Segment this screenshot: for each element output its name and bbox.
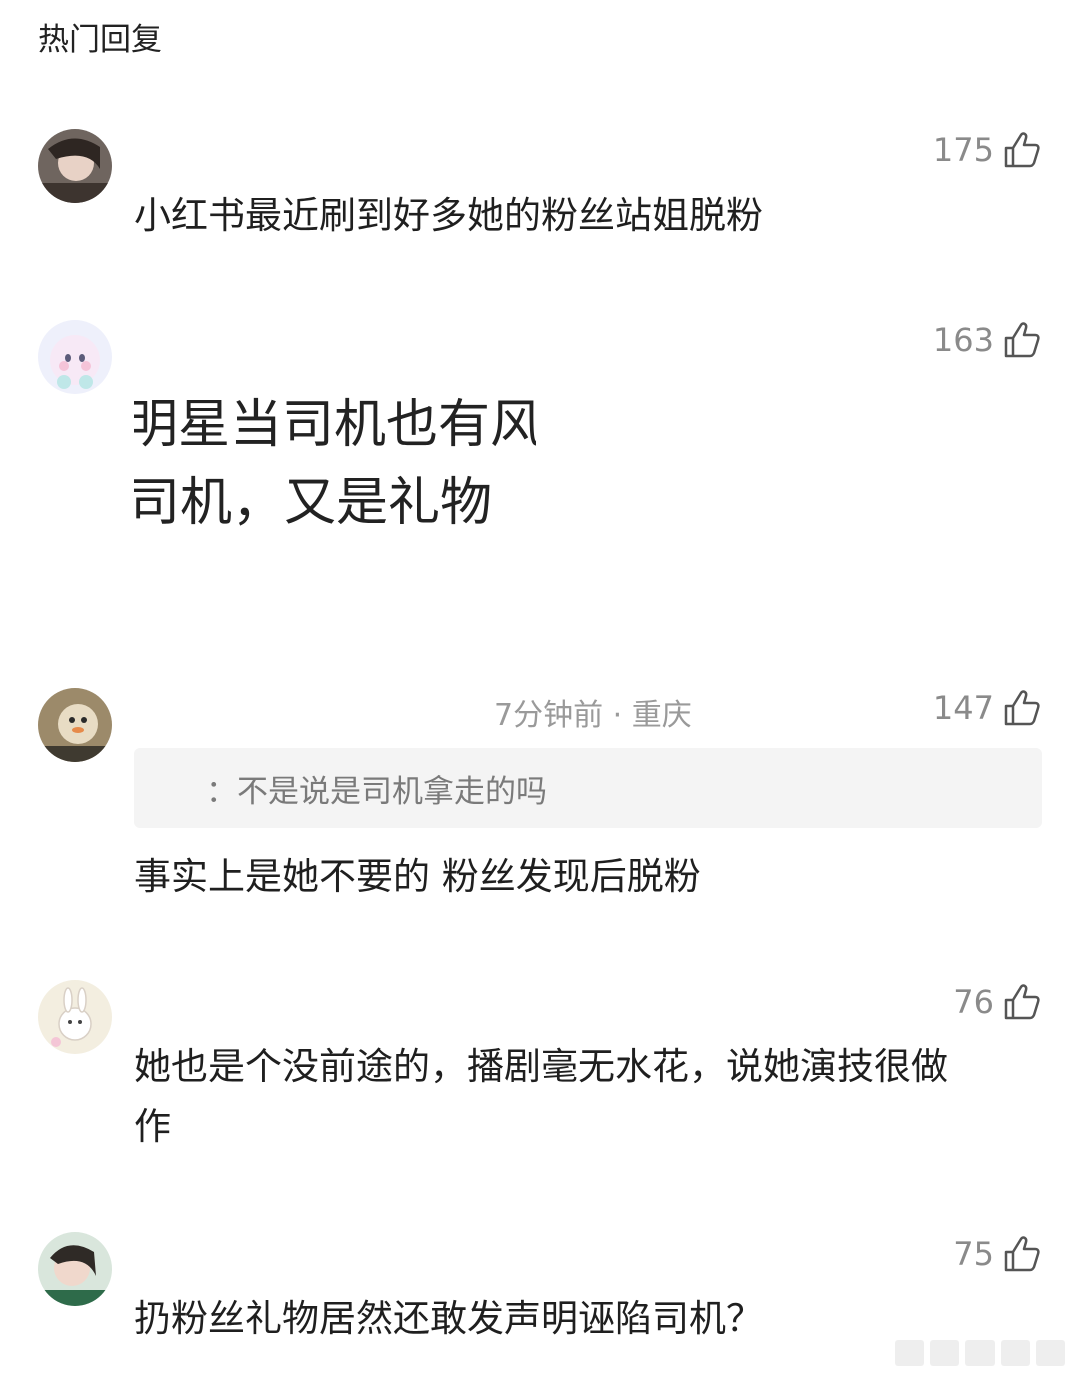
comment-text-line: 她也是个没前途的，播剧毫无水花，说她演技很做	[134, 1045, 948, 1088]
comment-text-line: 司机，又是礼物	[134, 473, 493, 533]
avatar[interactable]	[38, 320, 112, 394]
avatar[interactable]	[38, 980, 112, 1054]
section-title: 热门回复	[38, 22, 162, 58]
like-count: 75	[953, 1235, 994, 1273]
like-count: 76	[953, 983, 994, 1021]
avatar[interactable]	[38, 129, 112, 203]
thumbs-up-icon[interactable]	[1002, 130, 1042, 170]
comment-text: 事实上是她不要的 粉丝发现后脱粉	[134, 855, 701, 898]
like-group[interactable]: 175	[933, 130, 1042, 170]
comment-text: 扔粉丝礼物居然还敢发声明诬陷司机？	[134, 1297, 763, 1340]
comment-text: 小红书最近刷到好多她的粉丝站姐脱粉	[134, 194, 763, 237]
avatar[interactable]	[38, 688, 112, 762]
watermark-bar	[895, 1340, 1066, 1366]
comment-image-text: 明星当司机也有风 司机，又是礼物	[134, 386, 536, 536]
quoted-reply-text: ：不是说是司机拿走的吗	[206, 774, 547, 810]
comment-meta: 7分钟前 · 重庆	[494, 698, 692, 733]
thumbs-up-icon[interactable]	[1002, 982, 1042, 1022]
thumbs-up-icon[interactable]	[1002, 1234, 1042, 1274]
like-count: 175	[932, 131, 994, 169]
like-group[interactable]: 163	[933, 320, 1042, 360]
like-count: 163	[932, 321, 994, 359]
comment-text-line: 明星当司机也有风	[134, 395, 536, 455]
thumbs-up-icon[interactable]	[1002, 688, 1042, 728]
like-count: 147	[932, 689, 994, 727]
thumbs-up-icon[interactable]	[1002, 320, 1042, 360]
comment-text-line: 作	[134, 1105, 171, 1148]
like-group[interactable]: 76	[953, 982, 1042, 1022]
avatar[interactable]	[38, 1232, 112, 1306]
like-group[interactable]: 147	[933, 688, 1042, 728]
like-group[interactable]: 75	[953, 1234, 1042, 1274]
